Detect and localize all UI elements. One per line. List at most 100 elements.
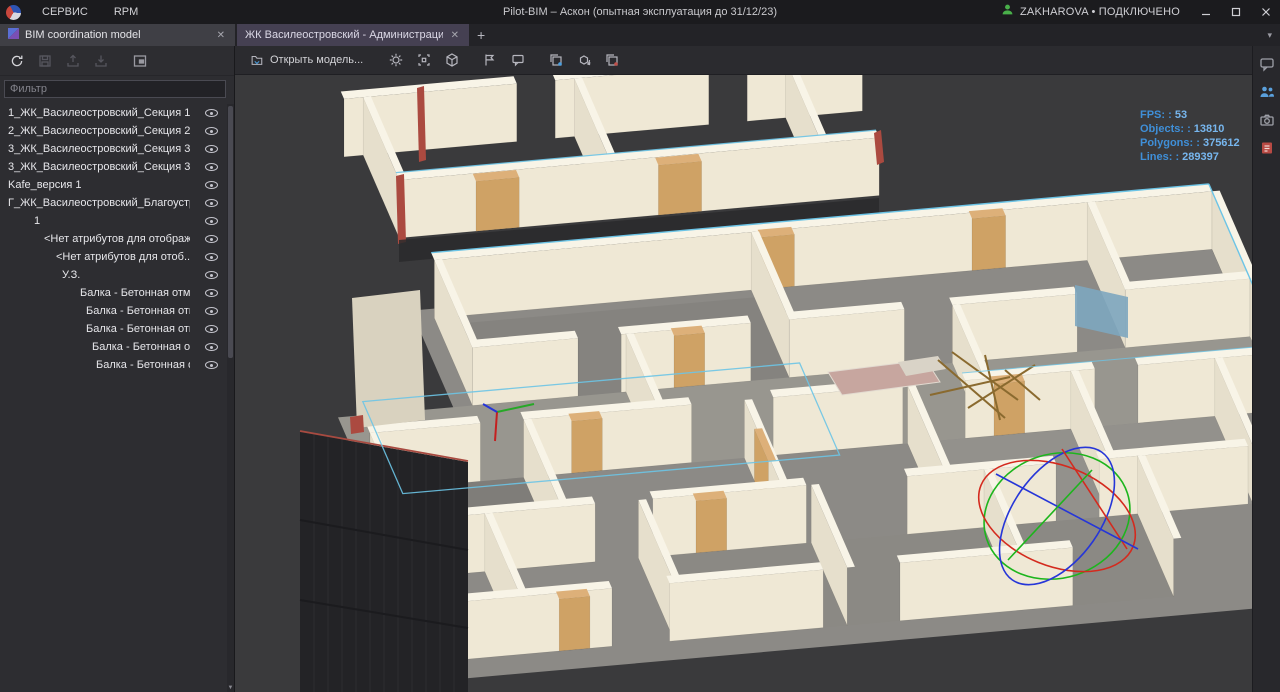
tab-label: ЖК Василеостровский - Администрация Н... bbox=[245, 29, 443, 41]
import-button[interactable] bbox=[88, 49, 113, 72]
eye-visibility-icon[interactable] bbox=[205, 343, 218, 351]
comments-icon[interactable] bbox=[1257, 54, 1277, 74]
tree-item[interactable]: Балка - Бетонная отм... bbox=[0, 284, 227, 302]
rotate-view-icon[interactable] bbox=[570, 48, 597, 72]
tree-item[interactable]: 2_ЖК_Василеостровский_Секция 2 bbox=[0, 122, 227, 140]
user-status: ZAKHAROVA • ПОДКЛЮЧЕНО bbox=[1020, 6, 1180, 18]
tab-close-icon[interactable]: ✕ bbox=[449, 30, 461, 41]
flag-comment-icon[interactable] bbox=[504, 48, 531, 72]
tree-item[interactable]: Балка - Бетонная отм... bbox=[0, 302, 227, 320]
save-button[interactable] bbox=[32, 49, 57, 72]
issues-red-icon[interactable] bbox=[1257, 138, 1277, 158]
tree-item[interactable]: Балка - Бетонная отм... bbox=[0, 338, 227, 356]
tab-close-icon[interactable]: ✕ bbox=[215, 30, 227, 41]
copy-view-icon[interactable] bbox=[542, 48, 569, 72]
close-button[interactable] bbox=[1252, 0, 1280, 24]
tree-item[interactable]: 1 bbox=[0, 212, 227, 230]
selection-frame-icon[interactable] bbox=[410, 48, 437, 72]
model-tree: 1_ЖК_Василеостровский_Секция 1 2_ЖК_Васил… bbox=[0, 104, 227, 374]
tree-item[interactable]: Балка - Бетонная отм... bbox=[0, 320, 227, 338]
tree-item[interactable]: <Нет атрибутов для отоб... bbox=[0, 248, 227, 266]
tree-item-label: 3_ЖК_Василеостровский_Секция 3 bbox=[0, 143, 190, 155]
camera-icon[interactable] bbox=[1257, 110, 1277, 130]
eye-visibility-icon[interactable] bbox=[205, 145, 218, 153]
eye-visibility-icon[interactable] bbox=[205, 235, 218, 243]
tree-scrollbar[interactable]: ▼ bbox=[227, 104, 234, 692]
tree-item-label: 1 bbox=[0, 215, 40, 227]
3d-scene[interactable] bbox=[235, 46, 1252, 692]
tree-item-label: Балка - Бетонная отм... bbox=[0, 323, 190, 335]
fit-view-button[interactable] bbox=[127, 49, 152, 72]
refresh-button[interactable] bbox=[4, 49, 29, 72]
tree-item-label: Балка - Бетонная отм... bbox=[0, 359, 190, 371]
tab-zhk-vasileostrovsky[interactable]: ЖК Василеостровский - Администрация Н...… bbox=[237, 24, 469, 46]
eye-visibility-icon[interactable] bbox=[205, 181, 218, 189]
settings-gear-icon[interactable] bbox=[382, 48, 409, 72]
pilot-bim-window: СЕРВИС RPM Pilot-BIM – Аскон (опытная эк… bbox=[0, 0, 1280, 692]
right-toolbar bbox=[1252, 46, 1280, 692]
tree-item-label: <Нет атрибутов для отоб... bbox=[0, 251, 190, 263]
stat-line: FPS: : 53 bbox=[1140, 108, 1240, 122]
eye-visibility-icon[interactable] bbox=[205, 163, 218, 171]
minimize-button[interactable] bbox=[1192, 0, 1220, 24]
viewport-toolbar: Открыть модель... bbox=[235, 46, 1252, 75]
titlebar: СЕРВИС RPM Pilot-BIM – Аскон (опытная эк… bbox=[0, 0, 1280, 24]
tree-item-label: 1_ЖК_Василеостровский_Секция 1 bbox=[0, 107, 190, 119]
tree-item[interactable]: 3_ЖК_Василеостровский_Секция 3 bbox=[0, 140, 227, 158]
model-tree-panel: 1_ЖК_Василеостровский_Секция 1 2_ЖК_Васил… bbox=[0, 46, 235, 692]
scrollbar-thumb[interactable] bbox=[228, 106, 233, 358]
3d-viewport[interactable]: Открыть модель... bbox=[235, 46, 1252, 692]
eye-visibility-icon[interactable] bbox=[205, 109, 218, 117]
maximize-button[interactable] bbox=[1222, 0, 1250, 24]
eye-visibility-icon[interactable] bbox=[205, 289, 218, 297]
menu-rpm[interactable]: RPM bbox=[101, 0, 151, 24]
scrollbar-down-icon[interactable]: ▼ bbox=[227, 685, 234, 691]
tree-item-label: Kafe_версия 1 bbox=[0, 179, 81, 191]
export-button[interactable] bbox=[60, 49, 85, 72]
tree-item-label: 3_ЖК_Василеостровский_Секция 3 -... bbox=[0, 161, 190, 173]
flag-marker-icon[interactable] bbox=[476, 48, 503, 72]
tree-item-label: Г_ЖК_Василеостровский_Благоустро... bbox=[0, 197, 190, 209]
tree-item[interactable]: Kafe_версия 1 bbox=[0, 176, 227, 194]
tree-item-label: 2_ЖК_Василеостровский_Секция 2 bbox=[0, 125, 190, 137]
eye-visibility-icon[interactable] bbox=[205, 361, 218, 369]
eye-visibility-icon[interactable] bbox=[205, 271, 218, 279]
open-model-button[interactable]: Открыть модель... bbox=[241, 50, 371, 70]
tab-label: BIM coordination model bbox=[25, 29, 209, 41]
app-logo-icon bbox=[6, 5, 21, 20]
tree-item[interactable]: 3_ЖК_Василеостровский_Секция 3 -... bbox=[0, 158, 227, 176]
tab-bar: BIM coordination model ✕ ЖК Василеостров… bbox=[0, 24, 1280, 46]
tab-list-chevron-icon[interactable]: ▾ bbox=[1267, 30, 1280, 41]
tree-item[interactable]: Г_ЖК_Василеостровский_Благоустро... bbox=[0, 194, 227, 212]
open-model-label: Открыть модель... bbox=[270, 54, 363, 66]
eye-visibility-icon[interactable] bbox=[205, 307, 218, 315]
bim-model-icon bbox=[8, 28, 19, 42]
tree-item-label: <Нет атрибутов для отображ... bbox=[0, 233, 190, 245]
tree-item-label: У.З. bbox=[0, 269, 80, 281]
stat-line: Objects: : 13810 bbox=[1140, 122, 1240, 136]
tab-bim-coordination-model[interactable]: BIM coordination model ✕ bbox=[0, 24, 235, 46]
tree-item[interactable]: <Нет атрибутов для отображ... bbox=[0, 230, 227, 248]
user-icon bbox=[1001, 3, 1014, 21]
tree-toolbar bbox=[0, 46, 234, 76]
collaboration-people-icon[interactable] bbox=[1257, 82, 1277, 102]
tree-item-label: Балка - Бетонная отм... bbox=[0, 287, 190, 299]
render-stats: FPS: : 53Objects: : 13810Polygons: : 375… bbox=[1140, 108, 1240, 164]
tree-item[interactable]: Балка - Бетонная отм... bbox=[0, 356, 227, 374]
eye-visibility-icon[interactable] bbox=[205, 325, 218, 333]
copy-marked-icon[interactable] bbox=[598, 48, 625, 72]
eye-visibility-icon[interactable] bbox=[205, 253, 218, 261]
new-tab-button[interactable]: + bbox=[469, 27, 493, 43]
tree-item-label: Балка - Бетонная отм... bbox=[0, 305, 190, 317]
filter-input[interactable] bbox=[4, 80, 226, 98]
tree-item[interactable]: 1_ЖК_Василеостровский_Секция 1 bbox=[0, 104, 227, 122]
tree-item-label: Балка - Бетонная отм... bbox=[0, 341, 190, 353]
stat-line: Lines: : 289397 bbox=[1140, 150, 1240, 164]
stat-line: Polygons: : 375612 bbox=[1140, 136, 1240, 150]
menu-service[interactable]: СЕРВИС bbox=[29, 0, 101, 24]
cube-view-icon[interactable] bbox=[438, 48, 465, 72]
eye-visibility-icon[interactable] bbox=[205, 199, 218, 207]
tree-item[interactable]: У.З. bbox=[0, 266, 227, 284]
eye-visibility-icon[interactable] bbox=[205, 127, 218, 135]
eye-visibility-icon[interactable] bbox=[205, 217, 218, 225]
